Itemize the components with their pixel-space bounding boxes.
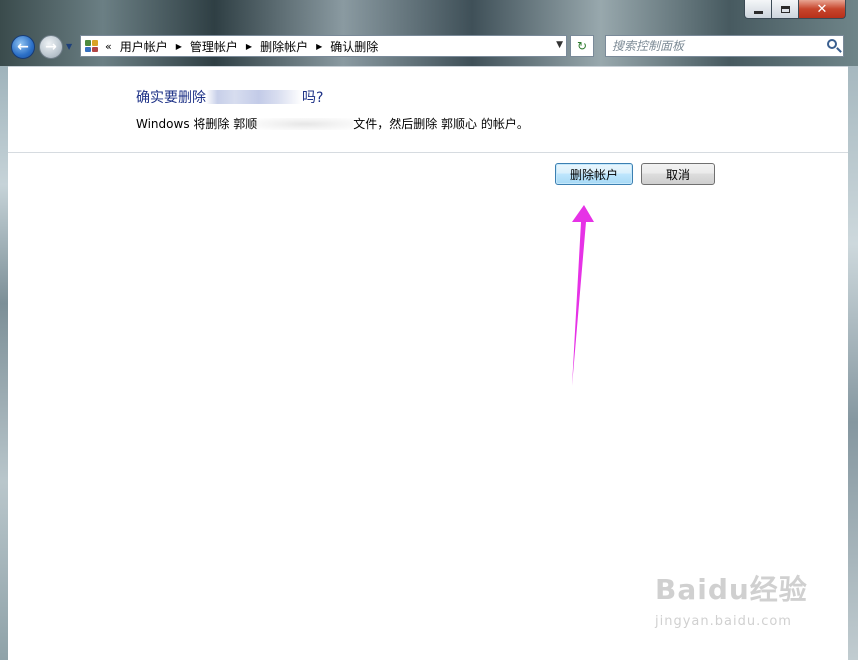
redacted-text xyxy=(257,118,354,130)
breadcrumb-separator-icon[interactable]: ▶ xyxy=(176,42,182,51)
divider xyxy=(8,152,848,153)
breadcrumb-delete-account[interactable]: 删除帐户 xyxy=(260,38,308,55)
breadcrumb-manage-accounts[interactable]: 管理帐户 xyxy=(190,38,238,55)
address-bar[interactable]: « 用户帐户 ▶ 管理帐户 ▶ 删除帐户 ▶ 确认删除 ▼ xyxy=(80,35,567,57)
redacted-account-name xyxy=(206,90,302,104)
watermark-brand: Baidu经验 xyxy=(655,573,808,606)
heading-prefix: 确实要删除 xyxy=(136,90,206,106)
control-panel-icon xyxy=(84,39,100,53)
back-arrow-icon: ← xyxy=(17,39,29,55)
forward-button[interactable]: → xyxy=(39,35,63,59)
search-input[interactable] xyxy=(606,36,816,56)
search-icon[interactable] xyxy=(827,39,837,49)
refresh-button[interactable]: ↻ xyxy=(570,35,594,57)
close-button[interactable]: ✕ xyxy=(799,0,846,19)
watermark: Baidu经验 jingyan.baidu.com xyxy=(655,568,808,629)
address-history-dropdown-icon[interactable]: ▼ xyxy=(556,40,563,50)
breadcrumb-user-accounts[interactable]: 用户帐户 xyxy=(120,38,168,55)
search-box[interactable] xyxy=(605,35,844,57)
breadcrumb-separator-icon[interactable]: ▶ xyxy=(246,42,252,51)
minimize-icon xyxy=(753,10,763,14)
breadcrumb-confirm-delete[interactable]: 确认删除 xyxy=(330,38,378,55)
cancel-button[interactable]: 取消 xyxy=(641,163,715,185)
chevron-down-icon: ▼ xyxy=(66,42,73,51)
delete-account-button[interactable]: 删除帐户 xyxy=(555,163,633,185)
description-prefix: Windows 将删除 郭顺 xyxy=(136,117,258,131)
forward-arrow-icon: → xyxy=(45,39,57,55)
description-suffix: 文件，然后删除 郭顺心 的帐户。 xyxy=(353,117,529,131)
minimize-button[interactable] xyxy=(744,0,772,19)
maximize-icon xyxy=(780,5,790,13)
maximize-button[interactable] xyxy=(772,0,799,19)
breadcrumb-overflow-button[interactable]: « xyxy=(105,40,112,53)
refresh-icon: ↻ xyxy=(576,39,588,53)
heading-suffix: 吗? xyxy=(302,90,324,106)
window-frame-left xyxy=(0,66,8,660)
breadcrumb-separator-icon[interactable]: ▶ xyxy=(316,42,322,51)
window-frame-right xyxy=(848,66,858,660)
page-title: 确实要删除 吗? xyxy=(136,87,323,107)
back-button[interactable]: ← xyxy=(11,35,35,59)
recent-pages-dropdown[interactable]: ▼ xyxy=(66,42,74,52)
close-icon: ✕ xyxy=(816,1,828,17)
description-text: Windows 将删除 郭顺 文件，然后删除 郭顺心 的帐户。 xyxy=(136,115,529,132)
window-caption-buttons: ✕ xyxy=(744,0,846,20)
watermark-url: jingyan.baidu.com xyxy=(655,614,792,629)
